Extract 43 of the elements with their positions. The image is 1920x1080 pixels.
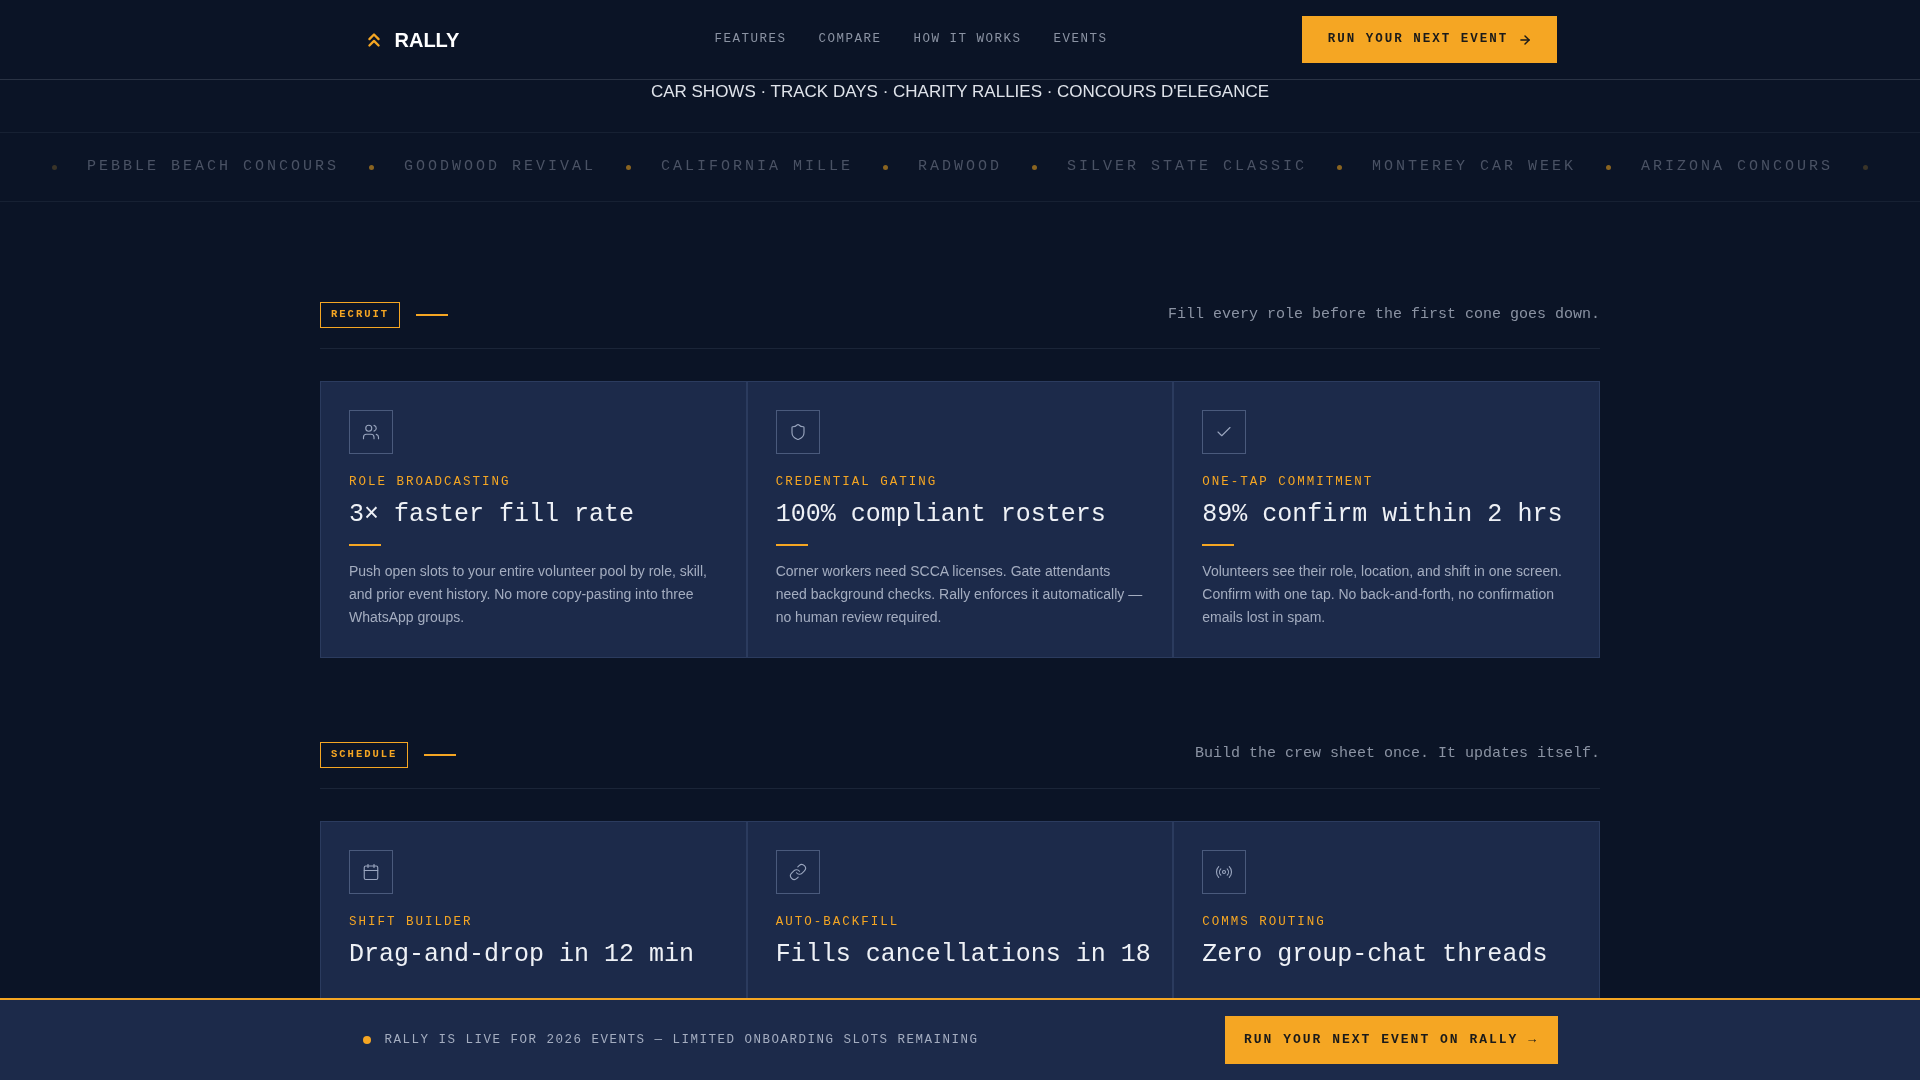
feature-label: SHIFT BUILDER	[349, 913, 474, 930]
feature-description: Push open slots to your entire volunteer pool by role, skill, and prior event history. No more copy-pasting into three WhatsApp groups.	[349, 561, 708, 627]
brand-name[interactable]: RALLY	[394, 24, 460, 55]
event-name: SILVER STATE CLASSIC	[1067, 156, 1308, 177]
accent-line	[416, 313, 449, 316]
feature-label: CREDENTIAL GATING	[775, 473, 939, 490]
event-name: MONTEREY CAR WEEK	[1372, 156, 1577, 177]
accent-line	[1202, 543, 1235, 546]
event-name: ARIZONA CONCOURS	[1641, 156, 1834, 177]
accent-line	[349, 543, 381, 546]
feature-title: Drag-and-drop in 12 min	[349, 939, 696, 970]
announcement-text: RALLY IS LIVE FOR 2026 EVENTS — LIMITED ONBOARDING SLOTS REMAINING	[384, 1031, 979, 1049]
feature-title: 89% confirm within 2 hrs	[1202, 499, 1564, 530]
event-name: PEBBLE BEACH CONCOURS	[86, 156, 339, 177]
event-name: RADWOOD	[918, 156, 1002, 177]
feature-title: Zero group-chat threads	[1202, 939, 1549, 970]
calendar-icon	[362, 862, 380, 881]
feature-label: AUTO-BACKFILL	[775, 913, 901, 930]
hero-tagline: CAR SHOWS · TRACK DAYS · CHARITY RALLIES · CONCOURS D'ELEGANCE	[650, 82, 1270, 102]
accent-line	[424, 753, 457, 756]
section-tag: SCHEDULE	[320, 741, 409, 768]
section-subtitle: Build the crew sheet once. It updates itself.	[1194, 744, 1600, 765]
feature-description: Volunteers see their role, location, and shift in one screen. Confirm with one tap. No back-and-forth, no confirmation emails lost in spam.	[1202, 561, 1563, 627]
cta-button[interactable]: RUN YOUR NEXT EVENT ON RALLY →	[1224, 1016, 1558, 1064]
feature-label: ROLE BROADCASTING	[349, 473, 512, 490]
feature-label: ONE-TAP COMMITMENT	[1202, 473, 1375, 490]
feature-title: 3× faster fill rate	[349, 499, 636, 530]
event-name: GOODWOOD REVIVAL	[403, 156, 596, 177]
event-name: CALIFORNIA MILLE	[660, 156, 853, 177]
feature-label: COMMS ROUTING	[1202, 913, 1327, 930]
feature-title: 100% compliant rosters	[775, 499, 1107, 530]
cta-button[interactable]: RUN YOUR NEXT EVENT	[1302, 16, 1558, 63]
shield-icon	[788, 422, 807, 441]
feature-description: Corner workers need SCCA licenses. Gate attendants need background checks. Rally enforces it automatically — no human review required.	[775, 561, 1144, 627]
nav-link[interactable]: HOW IT WORKS	[913, 30, 1022, 49]
link-icon	[788, 862, 807, 881]
accent-line	[775, 543, 808, 546]
nav-link[interactable]: EVENTS	[1053, 30, 1108, 49]
nav-link[interactable]: FEATURES	[714, 30, 787, 49]
section-tag: RECRUIT	[320, 302, 401, 328]
section-subtitle: Fill every role before the first cone goes down.	[1167, 304, 1600, 325]
nav-link[interactable]: COMPARE	[818, 30, 882, 49]
users-icon	[362, 422, 380, 441]
